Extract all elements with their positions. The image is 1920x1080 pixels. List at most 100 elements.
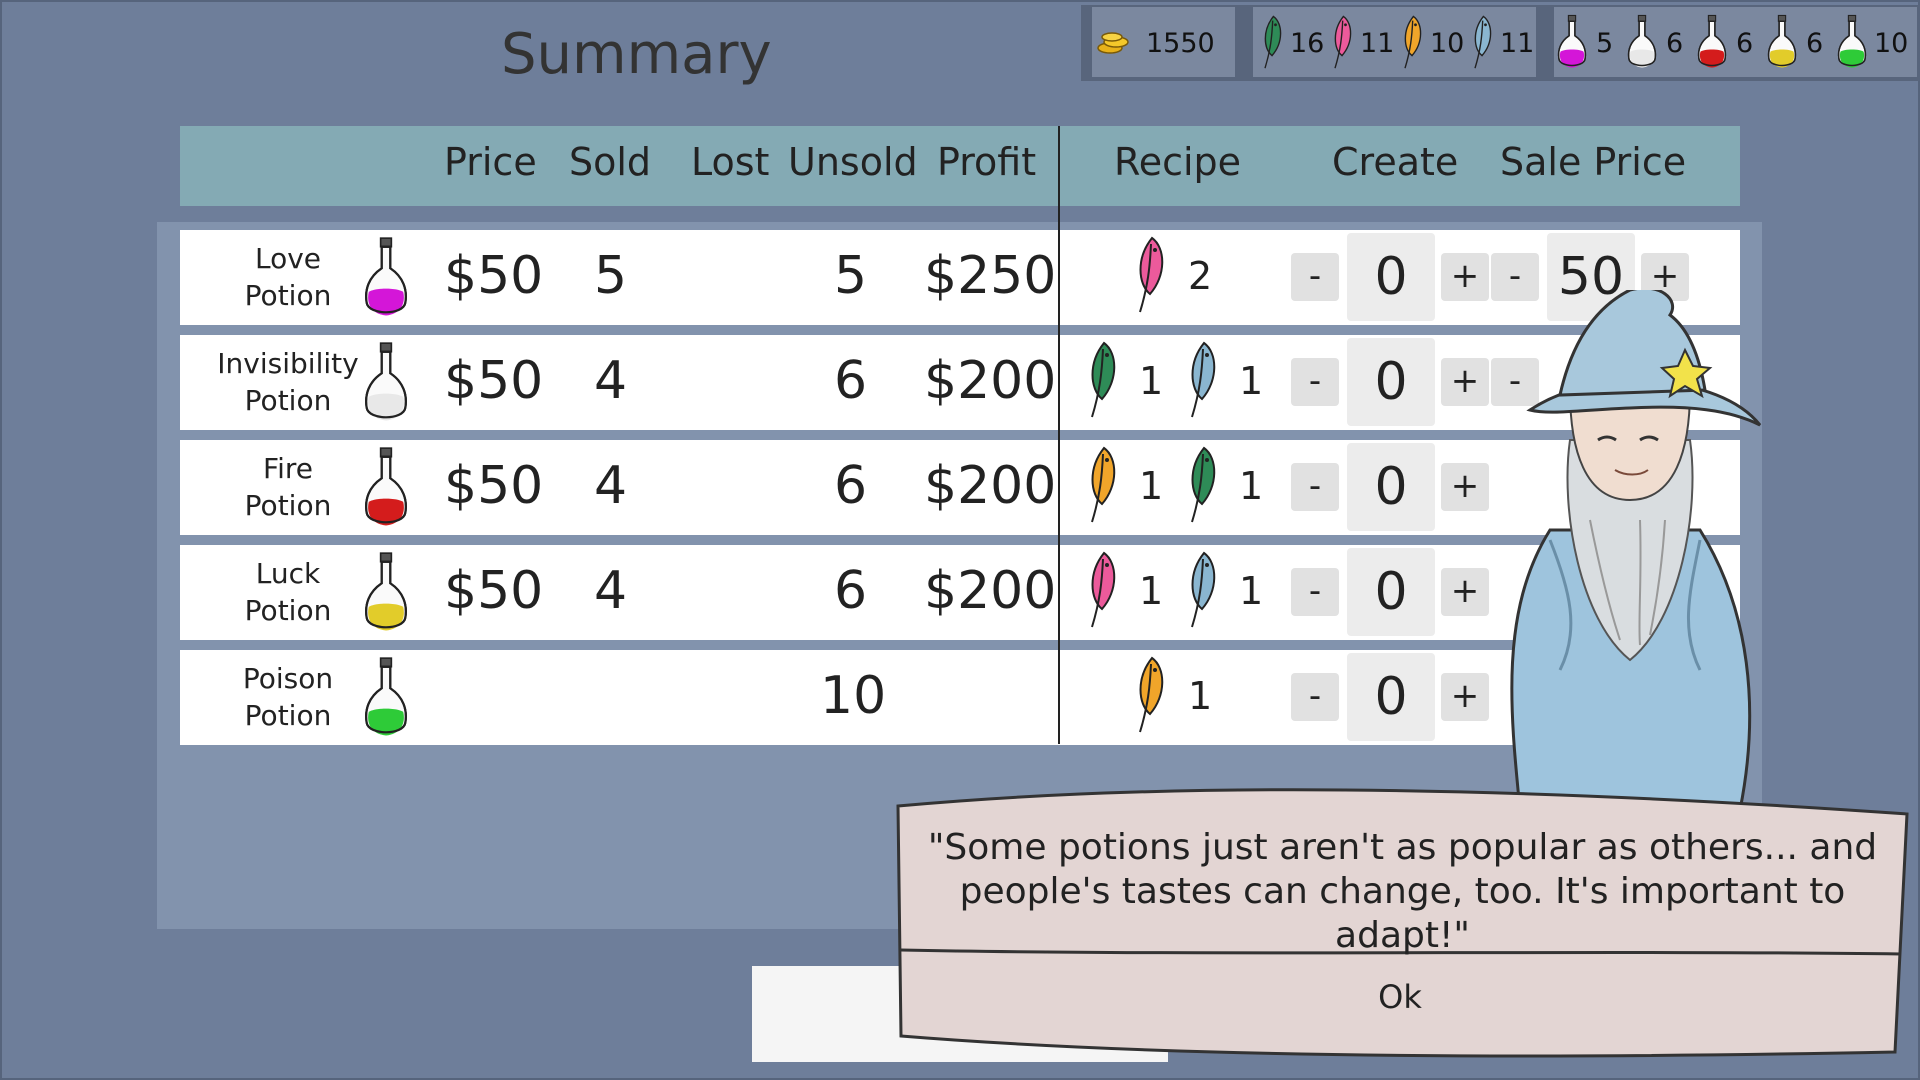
blue-feather-icon	[1182, 335, 1222, 427]
count-label: 6	[1736, 27, 1754, 59]
header-price: Price	[444, 140, 537, 184]
price-value: $50	[444, 561, 544, 621]
create-quantity-field[interactable]: 0	[1347, 443, 1435, 531]
orange-feather-icon	[1130, 650, 1170, 742]
pink-feather-icon	[1130, 230, 1170, 322]
price-value: $50	[444, 456, 544, 516]
count-label: 10	[1430, 27, 1465, 59]
green-feather-icon	[1258, 12, 1286, 74]
count-label: 6	[1806, 27, 1824, 59]
header-create: Create	[1332, 140, 1459, 184]
potion-name-line: Potion	[244, 384, 332, 417]
header-recipe: Recipe	[1114, 140, 1242, 184]
potion-magenta-count: 5	[1556, 18, 1613, 68]
create-increase-button[interactable]: +	[1441, 568, 1489, 616]
create-increase-button[interactable]: +	[1441, 673, 1489, 721]
recipe-qty: 1	[1239, 569, 1264, 613]
recipe-qty: 1	[1139, 464, 1164, 508]
sold-value: 4	[594, 351, 628, 411]
count-label: 11	[1360, 27, 1395, 59]
unsold-value: 6	[834, 561, 868, 621]
count-label: 10	[1874, 27, 1909, 59]
potion-name: Fire Potion	[208, 450, 368, 524]
create-decrease-button[interactable]: -	[1291, 568, 1339, 616]
potion-name-line: Love	[254, 242, 322, 275]
sold-value: 5	[594, 246, 628, 306]
create-decrease-button[interactable]: -	[1291, 253, 1339, 301]
profit-value: $250	[924, 246, 1057, 306]
create-increase-button[interactable]: +	[1441, 358, 1489, 406]
create-increase-button[interactable]: +	[1441, 253, 1489, 301]
poison-potion-icon	[364, 656, 408, 742]
potion-name: Invisibility Potion	[208, 345, 368, 419]
price-value: $50	[444, 351, 544, 411]
count-label: 16	[1290, 27, 1325, 59]
orange-feather-icon	[1398, 12, 1426, 74]
dialog-line: people's tastes can change, too. It's im…	[959, 871, 1846, 956]
unsold-value: 6	[834, 351, 868, 411]
recipe-qty: 1	[1139, 569, 1164, 613]
potion-name-line: Fire	[263, 452, 313, 485]
profit-value: $200	[924, 456, 1057, 516]
potion-name-line: Luck	[255, 557, 321, 590]
wizard-character-icon	[1510, 290, 1762, 810]
fire-potion-icon	[1696, 14, 1728, 72]
potion-name: Poison Potion	[208, 660, 368, 734]
header-sale-price: Sale Price	[1500, 140, 1687, 184]
recipe-qty: 2	[1188, 254, 1213, 298]
potion-yellow-count: 6	[1766, 18, 1823, 68]
recipe-qty: 1	[1239, 359, 1264, 403]
create-decrease-button[interactable]: -	[1291, 358, 1339, 406]
potion-name-line: Potion	[244, 594, 332, 627]
create-quantity-field[interactable]: 0	[1347, 233, 1435, 321]
table-column-divider	[1058, 126, 1060, 744]
love-potion-icon	[364, 236, 408, 322]
potion-green-count: 10	[1836, 18, 1908, 68]
dialog-line: "Some potions just aren't as popular as …	[927, 827, 1878, 868]
create-quantity-field[interactable]: 0	[1347, 653, 1435, 741]
blue-feather-icon	[1182, 545, 1222, 637]
ok-button[interactable]: Ok	[1330, 978, 1470, 1016]
fire-potion-icon	[364, 446, 408, 532]
gold-counter: 1550	[1096, 18, 1215, 68]
header-lost: Lost	[691, 140, 770, 184]
create-quantity-field[interactable]: 0	[1347, 548, 1435, 636]
profit-value: $200	[924, 561, 1057, 621]
green-feather-icon	[1082, 335, 1122, 427]
luck-potion-icon	[364, 551, 408, 637]
count-label: 6	[1666, 27, 1684, 59]
recipe-qty: 1	[1239, 464, 1264, 508]
green-feather-icon	[1182, 440, 1222, 532]
poison-potion-icon	[1836, 14, 1868, 72]
dialog-message: "Some potions just aren't as popular as …	[905, 826, 1900, 958]
unsold-value: 6	[834, 456, 868, 516]
profit-value: $200	[924, 351, 1057, 411]
unsold-value: 10	[820, 666, 887, 726]
potion-name: Love Potion	[208, 240, 368, 314]
count-label: 5	[1596, 27, 1614, 59]
create-increase-button[interactable]: +	[1441, 463, 1489, 511]
luck-potion-icon	[1766, 14, 1798, 72]
recipe-qty: 1	[1188, 674, 1213, 718]
potion-name-line: Invisibility	[217, 347, 359, 380]
potion-name: Luck Potion	[208, 555, 368, 629]
price-value: $50	[444, 246, 544, 306]
create-decrease-button[interactable]: -	[1291, 463, 1339, 511]
invisibility-potion-icon	[1626, 14, 1658, 72]
create-quantity-field[interactable]: 0	[1347, 338, 1435, 426]
feather-green-count: 16	[1258, 18, 1324, 68]
blue-feather-icon	[1468, 12, 1496, 74]
unsold-value: 5	[834, 246, 868, 306]
feather-pink-count: 11	[1328, 18, 1394, 68]
create-decrease-button[interactable]: -	[1291, 673, 1339, 721]
potion-name-line: Poison	[242, 662, 334, 695]
page-title: Summary	[501, 22, 772, 87]
header-unsold: Unsold	[788, 140, 918, 184]
gold-coins-icon	[1097, 32, 1129, 54]
potion-name-line: Potion	[244, 279, 332, 312]
potion-name-line: Potion	[244, 699, 332, 732]
pink-feather-icon	[1082, 545, 1122, 637]
invisibility-potion-icon	[364, 341, 408, 427]
header-profit: Profit	[937, 140, 1037, 184]
count-label: 11	[1500, 27, 1535, 59]
